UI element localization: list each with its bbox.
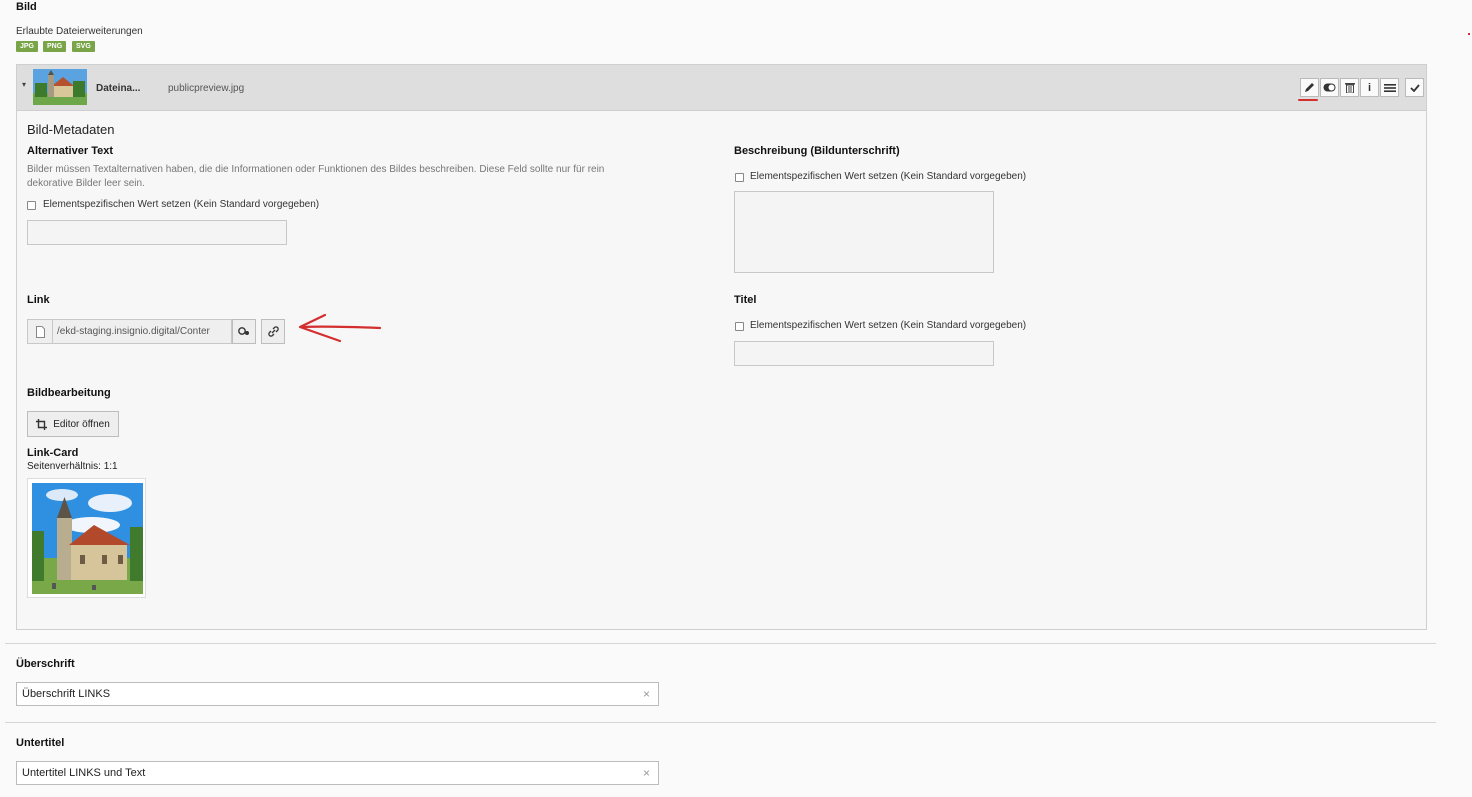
delete-button[interactable] [1340, 78, 1359, 97]
link-input-group: /ekd-staging.insignio.digital/Conter [27, 319, 232, 344]
red-arrow-annotation [298, 313, 382, 343]
check-icon [1409, 83, 1420, 92]
description-checkbox-label: Elementspezifischen Wert setzen (Kein St… [750, 171, 1027, 182]
alt-text-help-line1: Bilder müssen Textalternativen haben, di… [27, 164, 605, 175]
subtitle-label: Untertitel [16, 737, 65, 749]
trash-icon [1344, 83, 1355, 93]
title-field-label: Titel [734, 294, 757, 306]
headline-value: Überschrift LINKS [22, 688, 111, 700]
toggle-icon [1323, 83, 1336, 92]
image-editing-label: Bildbearbeitung [27, 387, 111, 399]
alt-text-input[interactable] [27, 220, 287, 245]
allowed-extensions-label: Erlaubte Dateierweiterungen [16, 26, 143, 37]
annotation-dot [1468, 33, 1470, 35]
title-input[interactable] [734, 341, 994, 366]
link-input[interactable]: /ekd-staging.insignio.digital/Conter [57, 320, 231, 343]
collapse-caret-icon[interactable]: ▾ [22, 80, 26, 89]
subtitle-value: Untertitel LINKS und Text [22, 767, 146, 779]
headline-input[interactable]: Überschrift LINKS × [16, 682, 659, 706]
link-browser-button[interactable] [232, 319, 256, 344]
link-type-indicator [28, 320, 53, 343]
open-editor-label: Editor öffnen [53, 418, 110, 430]
edit-underline-annotation [1298, 99, 1318, 101]
metadata-title: Bild-Metadaten [27, 122, 115, 137]
image-section-heading: Bild [16, 1, 37, 13]
extension-badge-svg: SVG [72, 41, 95, 52]
clear-subtitle-icon[interactable]: × [643, 762, 650, 784]
chain-link-icon [267, 326, 279, 337]
link-card-ratio: Seitenverhältnis: 1:1 [27, 461, 118, 472]
info-icon: i [1367, 81, 1372, 94]
edit-button[interactable] [1300, 78, 1319, 97]
drag-button[interactable] [1380, 78, 1399, 97]
title-checkbox-label: Elementspezifischen Wert setzen (Kein St… [750, 320, 1027, 331]
subtitle-input[interactable]: Untertitel LINKS und Text × [16, 761, 659, 785]
file-reference-panel: ▾ Dateina... publicpreview.jpg i Bild-Me… [16, 64, 1427, 630]
drag-handle-icon [1383, 83, 1396, 92]
toggle-visibility-button[interactable] [1320, 78, 1339, 97]
confirm-button[interactable] [1405, 78, 1424, 97]
alt-text-checkbox-label: Elementspezifischen Wert setzen (Kein St… [43, 199, 320, 210]
link-settings-icon [238, 327, 249, 335]
file-icon [35, 325, 45, 338]
clear-headline-icon[interactable]: × [643, 683, 650, 705]
alt-text-help-line2: dekorative Bilder leer sein. [27, 178, 145, 189]
headline-label: Überschrift [16, 658, 75, 670]
link-card-preview[interactable] [27, 478, 146, 598]
link-picker-button[interactable] [261, 319, 285, 344]
extension-badge-jpg: JPG [16, 41, 39, 52]
description-textarea[interactable] [734, 191, 994, 273]
link-card-label: Link-Card [27, 447, 79, 459]
open-editor-button[interactable]: Editor öffnen [27, 411, 119, 437]
crop-icon [36, 418, 48, 430]
file-name-value: publicpreview.jpg [168, 83, 245, 94]
info-button[interactable]: i [1360, 78, 1379, 97]
title-override-checkbox[interactable] [735, 322, 744, 331]
section-divider [5, 643, 1436, 644]
description-override-checkbox[interactable] [735, 173, 744, 182]
file-thumbnail[interactable] [33, 69, 87, 105]
alt-text-label: Alternativer Text [27, 145, 113, 157]
pencil-icon [1305, 83, 1314, 92]
file-reference-header[interactable]: ▾ Dateina... publicpreview.jpg i [17, 65, 1426, 111]
church-image [32, 483, 143, 594]
extension-badge-png: PNG [43, 41, 67, 52]
section-divider [5, 722, 1436, 723]
link-label: Link [27, 294, 50, 306]
file-name-label: Dateina... [96, 83, 141, 94]
alt-text-override-checkbox[interactable] [27, 201, 36, 210]
description-label: Beschreibung (Bildunterschrift) [734, 145, 900, 157]
